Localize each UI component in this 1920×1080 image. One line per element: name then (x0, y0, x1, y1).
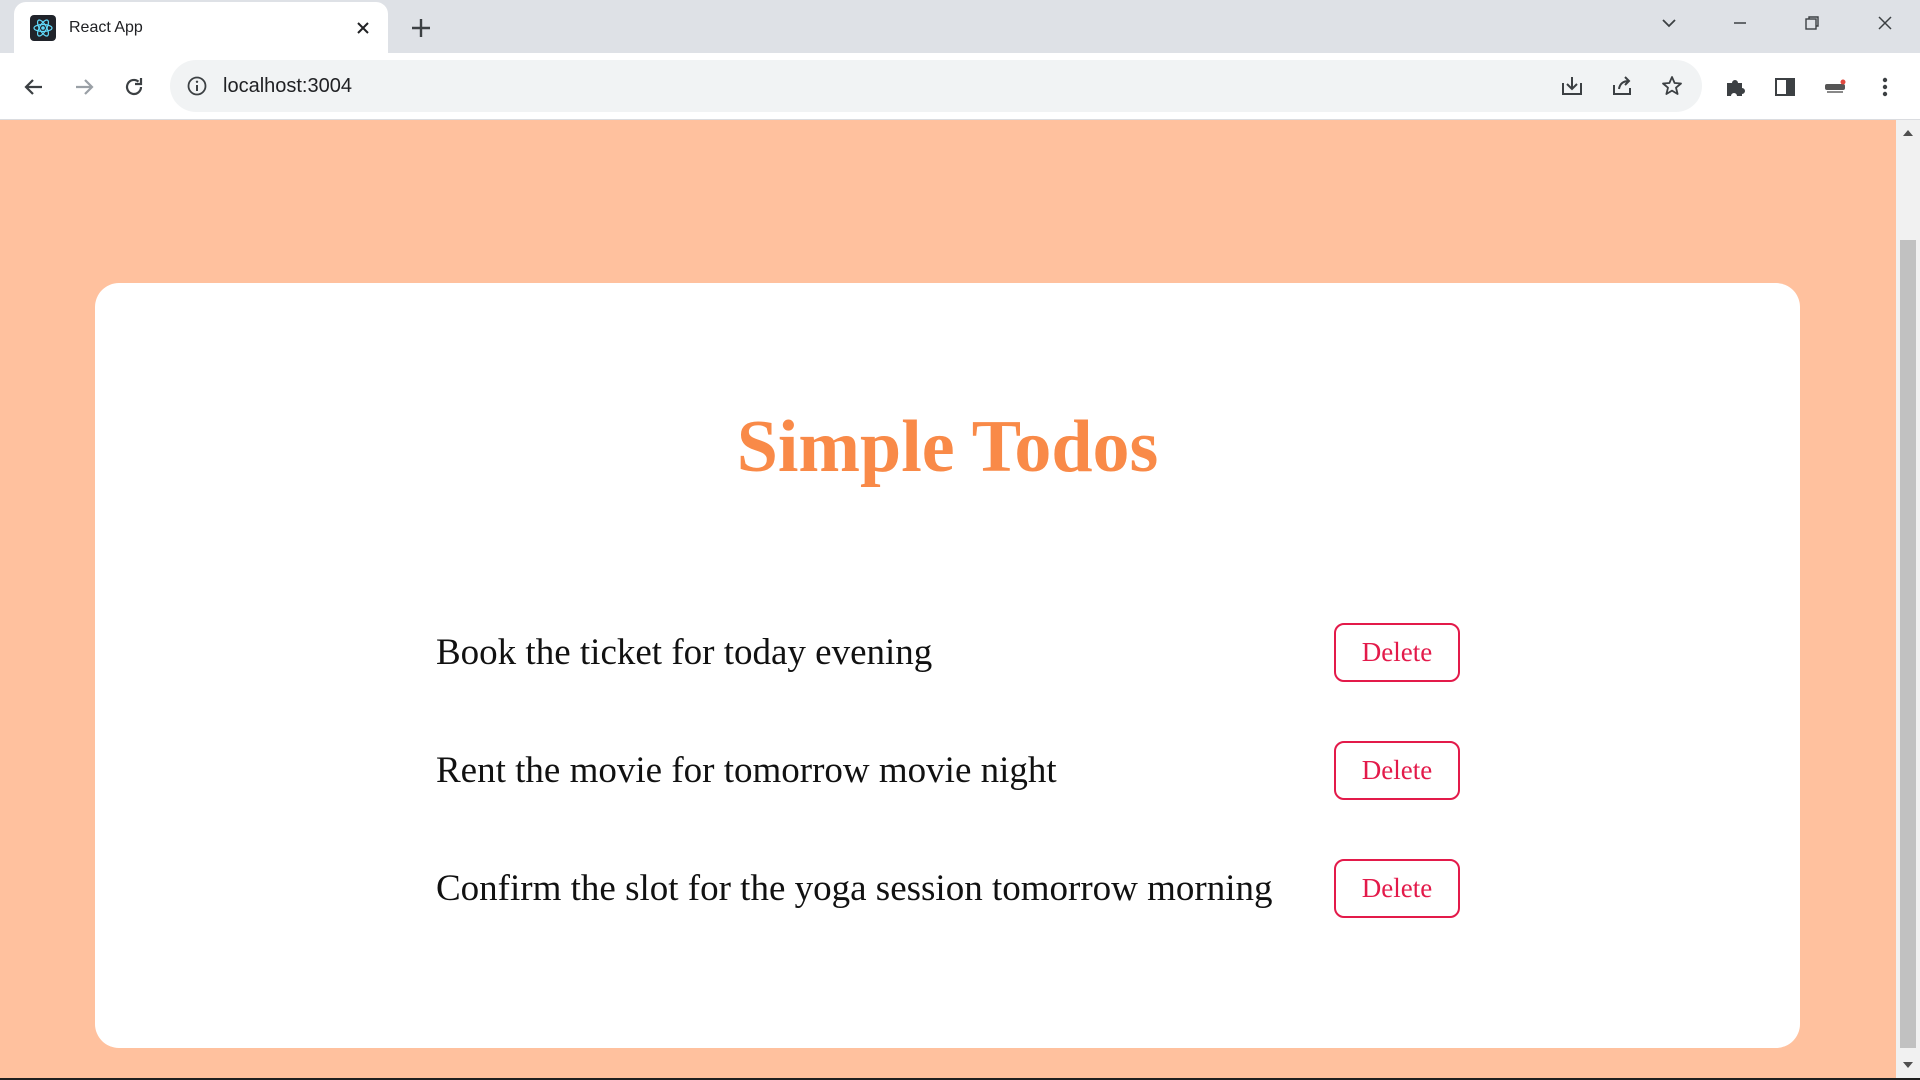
install-app-icon[interactable] (1555, 69, 1589, 103)
react-logo-icon (30, 15, 56, 41)
todo-text: Book the ticket for today evening (436, 632, 933, 673)
page-title: Simple Todos (736, 406, 1159, 488)
new-tab-icon[interactable] (405, 12, 437, 44)
page-viewport: Simple Todos Book the ticket for today e… (0, 120, 1896, 1078)
browser-toolbar (0, 53, 1920, 120)
forward-arrow-icon[interactable] (67, 70, 101, 104)
restore-icon[interactable] (1779, 0, 1845, 46)
tab-title: React App (69, 19, 143, 36)
todo-item: Confirm the slot for the yoga session to… (436, 859, 1556, 977)
delete-button[interactable]: Delete (1334, 741, 1460, 800)
todo-list: Book the ticket for today evening Delete… (436, 623, 1556, 977)
todos-card: Simple Todos Book the ticket for today e… (95, 283, 1800, 1048)
scrollbar-thumb[interactable] (1900, 240, 1916, 1048)
share-icon[interactable] (1605, 69, 1639, 103)
extensions-puzzle-icon[interactable] (1718, 70, 1752, 104)
delete-button[interactable]: Delete (1334, 859, 1460, 918)
vertical-scrollbar[interactable] (1896, 120, 1920, 1078)
side-panel-icon[interactable] (1768, 70, 1802, 104)
bookmark-star-icon[interactable] (1655, 69, 1689, 103)
tab-strip: React App (0, 0, 1920, 53)
scroll-down-arrow-icon[interactable] (1896, 1054, 1920, 1076)
todo-text: Rent the movie for tomorrow movie night (436, 750, 1057, 791)
delete-button[interactable]: Delete (1334, 623, 1460, 682)
minimize-icon[interactable] (1707, 0, 1773, 46)
scroll-up-arrow-icon[interactable] (1896, 122, 1920, 144)
close-window-icon[interactable] (1852, 0, 1918, 46)
address-bar[interactable] (170, 60, 1702, 112)
reload-icon[interactable] (117, 70, 151, 104)
todo-item: Rent the movie for tomorrow movie night … (436, 741, 1556, 859)
back-arrow-icon[interactable] (17, 70, 51, 104)
tab-search-chevron-icon[interactable] (1636, 0, 1702, 46)
todo-item: Book the ticket for today evening Delete (436, 623, 1556, 741)
url-input[interactable] (223, 60, 1423, 112)
close-tab-icon[interactable] (350, 15, 376, 41)
profile-avatar-icon[interactable] (1818, 70, 1852, 104)
todo-text: Confirm the slot for the yoga session to… (436, 868, 1273, 909)
browser-tab[interactable]: React App (14, 2, 388, 53)
menu-kebab-icon[interactable] (1868, 70, 1902, 104)
info-icon[interactable] (184, 73, 210, 99)
